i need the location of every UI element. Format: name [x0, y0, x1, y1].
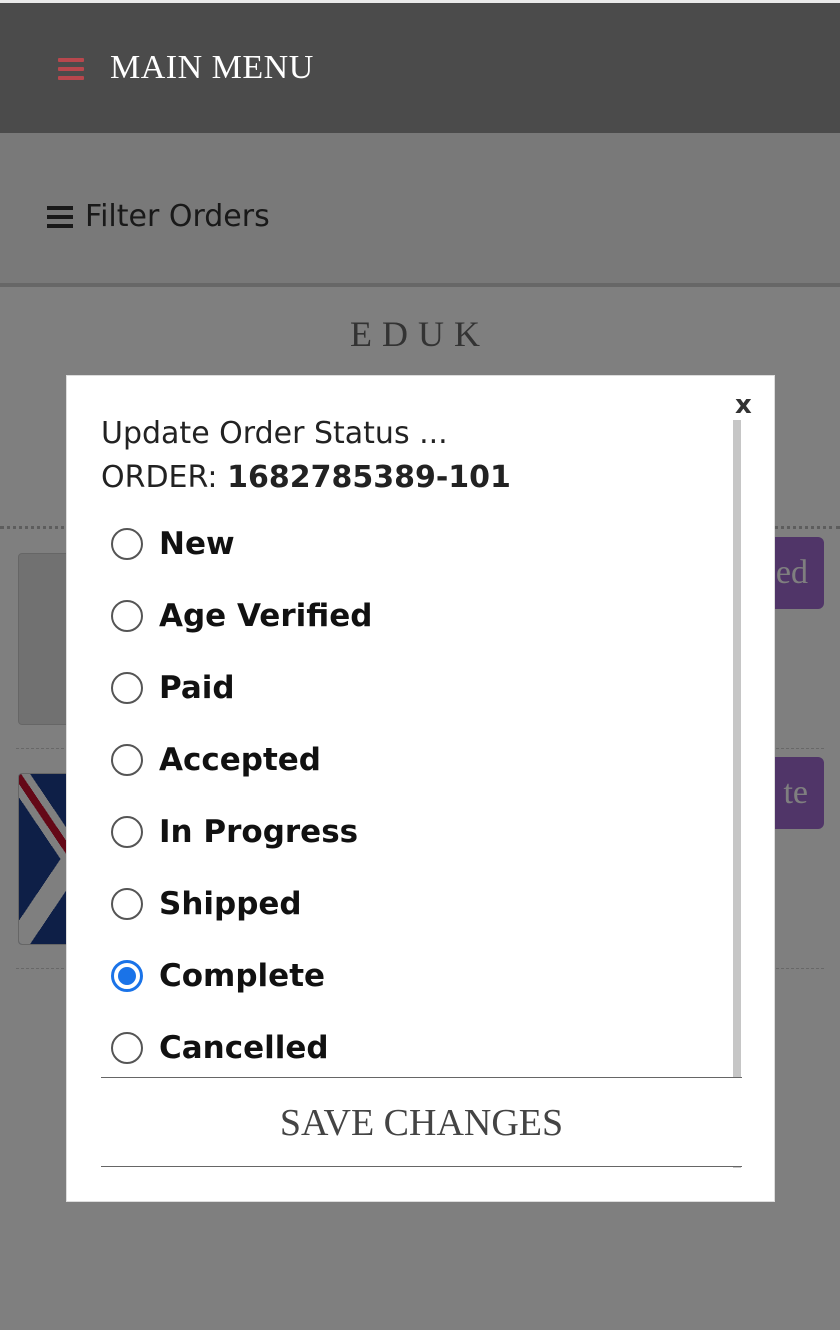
radio-button[interactable] — [111, 528, 143, 560]
option-in-progress[interactable]: In Progress — [111, 804, 358, 860]
option-label[interactable]: Complete — [159, 958, 325, 994]
radio-button-selected[interactable] — [111, 960, 143, 992]
scrollbar[interactable] — [733, 420, 741, 1168]
option-label[interactable]: New — [159, 526, 235, 562]
radio-button[interactable] — [111, 672, 143, 704]
main-menu-title[interactable]: MAIN MENU — [110, 49, 314, 87]
close-icon[interactable]: x — [735, 390, 752, 420]
radio-button[interactable] — [111, 888, 143, 920]
main-header: MAIN MENU — [0, 3, 840, 133]
save-changes-button[interactable]: SAVE CHANGES — [101, 1077, 742, 1167]
option-label[interactable]: Cancelled — [159, 1030, 329, 1066]
option-complete[interactable]: Complete — [111, 948, 325, 1004]
option-cancelled[interactable]: Cancelled — [111, 1020, 329, 1076]
order-prefix: ORDER: — [101, 460, 218, 495]
radio-button[interactable] — [111, 600, 143, 632]
hamburger-icon[interactable] — [58, 58, 84, 80]
option-paid[interactable]: Paid — [111, 660, 235, 716]
option-shipped[interactable]: Shipped — [111, 876, 302, 932]
option-accepted[interactable]: Accepted — [111, 732, 321, 788]
update-status-modal: x Update Order Status ... ORDER: 1682785… — [67, 376, 774, 1201]
order-number-line: ORDER: 1682785389-101 — [101, 460, 511, 495]
radio-button[interactable] — [111, 744, 143, 776]
option-label[interactable]: Age Verified — [159, 598, 372, 634]
modal-title: Update Order Status ... — [101, 416, 448, 451]
option-label[interactable]: Shipped — [159, 886, 302, 922]
order-number: 1682785389-101 — [227, 460, 511, 495]
option-label[interactable]: Paid — [159, 670, 235, 706]
option-label[interactable]: In Progress — [159, 814, 358, 850]
option-new[interactable]: New — [111, 516, 235, 572]
option-label[interactable]: Accepted — [159, 742, 321, 778]
radio-button[interactable] — [111, 1032, 143, 1064]
radio-button[interactable] — [111, 816, 143, 848]
option-age-verified[interactable]: Age Verified — [111, 588, 372, 644]
